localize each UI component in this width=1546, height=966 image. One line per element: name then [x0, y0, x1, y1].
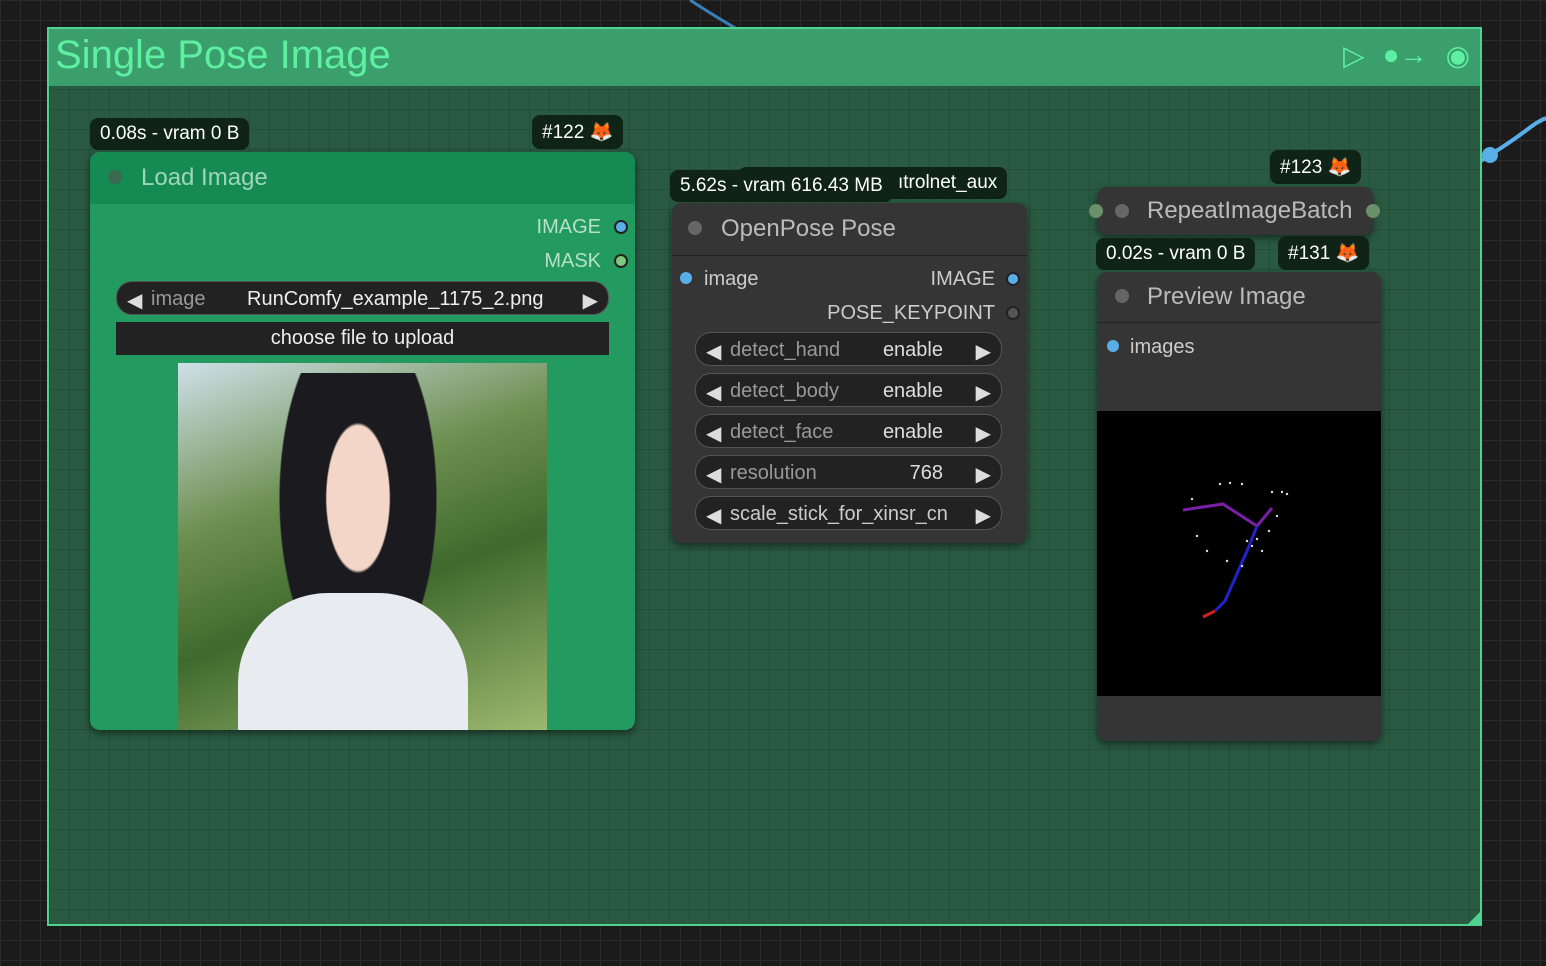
detect-face-widget[interactable]: ◀ detect_face enable ▶: [695, 414, 1002, 448]
arrow-right-icon[interactable]: ▶: [976, 380, 991, 405]
output-keypoint-port[interactable]: [1006, 306, 1020, 320]
timing-badge: 0.02s - vram 0 B: [1096, 238, 1256, 270]
widget-value: enable: [882, 421, 943, 443]
node-id: #123: [1280, 157, 1323, 178]
upload-button[interactable]: choose file to upload: [116, 322, 609, 355]
resolution-widget[interactable]: ◀ resolution 768 ▶: [695, 455, 1002, 489]
repeat-image-batch-node[interactable]: RepeatImageBatch: [1089, 187, 1380, 235]
eye-icon[interactable]: ◉: [1446, 39, 1470, 72]
node-title: OpenPose Pose: [721, 215, 896, 242]
output-image-port[interactable]: [614, 220, 628, 234]
node-id-badge: #122 🦊: [532, 115, 624, 149]
timing-badge: 5.62s - vram 616.43 MB: [670, 170, 893, 202]
arrow-left-icon[interactable]: ◀: [127, 288, 142, 313]
node-title: Preview Image: [1147, 283, 1306, 310]
widget-value: enable: [882, 339, 943, 361]
group-title: Single Pose Image: [55, 33, 391, 77]
arrow-right-icon[interactable]: ▶: [976, 421, 991, 446]
widget-label: scale_stick_for_xinsr_cn: [730, 503, 948, 525]
openpose-node[interactable]: OpenPose Pose image IMAGE POSE_KEYPOINT …: [672, 203, 1027, 543]
output-image-port[interactable]: [1006, 272, 1020, 286]
widget-label: resolution: [730, 462, 817, 484]
widget-value: 768: [909, 462, 943, 484]
output-mask-label: MASK: [544, 250, 601, 272]
output-mask-port[interactable]: [614, 254, 628, 268]
output-keypoint-label: POSE_KEYPOINT: [827, 302, 995, 324]
collapse-dot[interactable]: [1115, 289, 1129, 303]
image-combo[interactable]: ◀ image RunComfy_example_1175_2.png ▶: [116, 281, 609, 315]
collapse-dot[interactable]: [688, 221, 702, 235]
arrow-left-icon[interactable]: ◀: [706, 339, 721, 364]
node-title: RepeatImageBatch: [1147, 197, 1353, 224]
arrow-right-icon[interactable]: ▶: [583, 288, 598, 313]
collapse-dot[interactable]: [108, 170, 122, 184]
detect-hand-widget[interactable]: ◀ detect_hand enable ▶: [695, 332, 1002, 366]
node-id-badge: #131 🦊: [1278, 236, 1370, 270]
group-header[interactable]: Single Pose Image ▷ ●→ ◉: [49, 29, 1480, 86]
group-resize-handle[interactable]: [1466, 910, 1482, 926]
output-image-label: IMAGE: [536, 216, 601, 238]
collapse-dot[interactable]: [1115, 204, 1129, 218]
node-title: Load Image: [141, 164, 268, 191]
widget-value: RunComfy_example_1175_2.png: [247, 288, 544, 310]
fox-icon: 🦊: [1327, 157, 1352, 178]
load-image-node[interactable]: Load Image IMAGE MASK ◀ image RunComfy_e…: [90, 152, 635, 730]
timing-badge: 0.08s - vram 0 B: [90, 118, 250, 150]
arrow-right-icon[interactable]: ▶: [976, 503, 991, 528]
widget-label: detect_body: [730, 380, 839, 402]
arrow-left-icon[interactable]: ◀: [706, 503, 721, 528]
image-preview: [178, 363, 547, 730]
arrow-right-icon[interactable]: ▶: [976, 462, 991, 487]
widget-label: detect_face: [730, 421, 834, 443]
detect-body-widget[interactable]: ◀ detect_body enable ▶: [695, 373, 1002, 407]
arrow-left-icon[interactable]: ◀: [706, 462, 721, 487]
input-images-port[interactable]: [1107, 340, 1119, 352]
preview-image-node[interactable]: Preview Image images: [1097, 272, 1381, 741]
widget-label: image: [151, 288, 206, 310]
widget-label: detect_hand: [730, 339, 841, 361]
fox-icon: 🦊: [589, 122, 614, 143]
node-id: #122: [542, 122, 585, 143]
node-id: #131: [1288, 243, 1331, 264]
bypass-icon[interactable]: ●→: [1383, 39, 1428, 72]
pose-preview-image: [1097, 411, 1381, 696]
scale-stick-widget[interactable]: ◀ scale_stick_for_xinsr_cn ▶: [695, 496, 1002, 530]
widget-value: enable: [882, 380, 943, 402]
node-id-badge: #123 🦊: [1270, 150, 1362, 184]
input-image-label: image: [704, 268, 759, 290]
arrow-left-icon[interactable]: ◀: [706, 380, 721, 405]
output-image-label: IMAGE: [930, 268, 995, 290]
play-icon[interactable]: ▷: [1343, 39, 1365, 72]
input-images-label: images: [1130, 336, 1195, 358]
arrow-left-icon[interactable]: ◀: [706, 421, 721, 446]
arrow-right-icon[interactable]: ▶: [976, 339, 991, 364]
input-image-port[interactable]: [680, 272, 692, 284]
input-port[interactable]: [1089, 204, 1103, 218]
fox-icon: 🦊: [1335, 243, 1360, 264]
output-port[interactable]: [1366, 204, 1380, 218]
